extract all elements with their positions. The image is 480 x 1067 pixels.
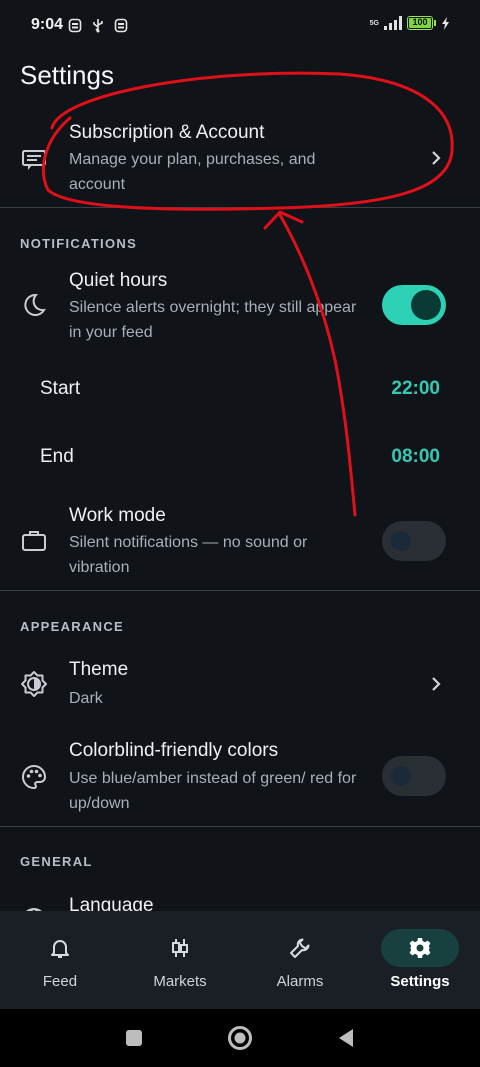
subscription-title: Subscription & Account xyxy=(69,122,265,143)
network-type: 5G xyxy=(369,19,379,27)
palette-icon xyxy=(20,763,48,791)
recents-icon[interactable] xyxy=(124,1028,144,1048)
system-navigation-bar xyxy=(0,1009,480,1067)
notification-app-icon xyxy=(68,18,82,33)
nav-label-markets: Markets xyxy=(153,973,207,990)
bottom-navigation: Feed Markets Alarms Settings xyxy=(0,911,480,1009)
candlestick-icon xyxy=(141,929,219,967)
end-label: End xyxy=(40,446,74,467)
theme-title: Theme xyxy=(69,659,129,680)
colorblind-title: Colorblind-friendly colors xyxy=(69,740,279,761)
quiet-hours-row[interactable]: Quiet hours Silence alerts overnight; th… xyxy=(0,258,480,350)
work-mode-row[interactable]: Work mode Silent notifications — no soun… xyxy=(0,493,480,589)
quiet-hours-start-row[interactable]: Start 22:00 xyxy=(0,360,480,416)
status-notification-icons xyxy=(68,18,128,33)
bell-icon xyxy=(21,929,99,967)
quiet-hours-subtitle: Silence alerts overnight; they still app… xyxy=(69,299,357,341)
quiet-hours-toggle[interactable] xyxy=(382,285,446,325)
section-label-appearance: APPEARANCE xyxy=(20,619,125,634)
start-label: Start xyxy=(40,378,81,399)
work-mode-subtitle: Silent notifications — no sound or vibra… xyxy=(69,534,308,576)
language-title: Language xyxy=(69,895,154,911)
charging-icon xyxy=(442,16,449,30)
account-card-icon xyxy=(20,145,48,173)
divider xyxy=(0,826,480,827)
work-mode-title: Work mode xyxy=(69,505,166,526)
divider xyxy=(0,590,480,591)
signal-icon xyxy=(384,16,402,30)
nav-label-alarms: Alarms xyxy=(276,973,324,990)
colorblind-subtitle: Use blue/amber instead of green/ red for… xyxy=(69,770,357,812)
language-row[interactable]: Language xyxy=(0,884,480,911)
subscription-account-row[interactable]: Subscription & Account Manage your plan,… xyxy=(0,110,480,206)
home-icon[interactable] xyxy=(227,1025,253,1051)
theme-row[interactable]: Theme Dark xyxy=(0,648,480,720)
colorblind-row[interactable]: Colorblind-friendly colors Use blue/ambe… xyxy=(0,729,480,825)
nav-item-settings[interactable]: Settings xyxy=(360,911,480,1009)
nav-item-feed[interactable]: Feed xyxy=(0,911,120,1009)
nav-item-markets[interactable]: Markets xyxy=(120,911,240,1009)
page-title: Settings xyxy=(20,60,114,90)
section-label-general: GENERAL xyxy=(20,854,93,869)
chevron-right-icon xyxy=(432,677,441,691)
nav-label-settings: Settings xyxy=(390,973,450,990)
work-mode-toggle[interactable] xyxy=(382,521,446,561)
wrench-icon xyxy=(261,929,339,967)
battery-level: 100 xyxy=(409,18,431,28)
subscription-subtitle: Manage your plan, purchases, and account xyxy=(69,151,316,193)
colorblind-toggle[interactable] xyxy=(382,756,446,796)
nav-label-feed: Feed xyxy=(42,973,78,990)
briefcase-icon xyxy=(20,526,48,554)
theme-subtitle: Dark xyxy=(69,690,103,707)
status-time: 9:04 xyxy=(31,16,64,33)
quiet-hours-title: Quiet hours xyxy=(69,270,168,291)
divider xyxy=(0,207,480,208)
quiet-hours-end-row[interactable]: End 08:00 xyxy=(0,428,480,484)
battery-icon: 100 xyxy=(407,16,436,30)
moon-icon xyxy=(20,291,48,319)
status-system-icons: 5G 100 xyxy=(370,16,450,30)
brightness-icon xyxy=(20,670,48,698)
section-label-notifications: NOTIFICATIONS xyxy=(20,236,138,251)
back-icon[interactable] xyxy=(336,1027,356,1049)
gear-icon xyxy=(381,929,459,967)
end-time-value[interactable]: 08:00 xyxy=(391,446,440,468)
status-bar: 9:04 5G 100 xyxy=(0,0,480,52)
usb-icon xyxy=(93,19,103,33)
start-time-value[interactable]: 22:00 xyxy=(391,378,440,400)
nav-item-alarms[interactable]: Alarms xyxy=(240,911,360,1009)
chevron-right-icon xyxy=(432,151,441,165)
notification-app-icon xyxy=(114,18,128,33)
